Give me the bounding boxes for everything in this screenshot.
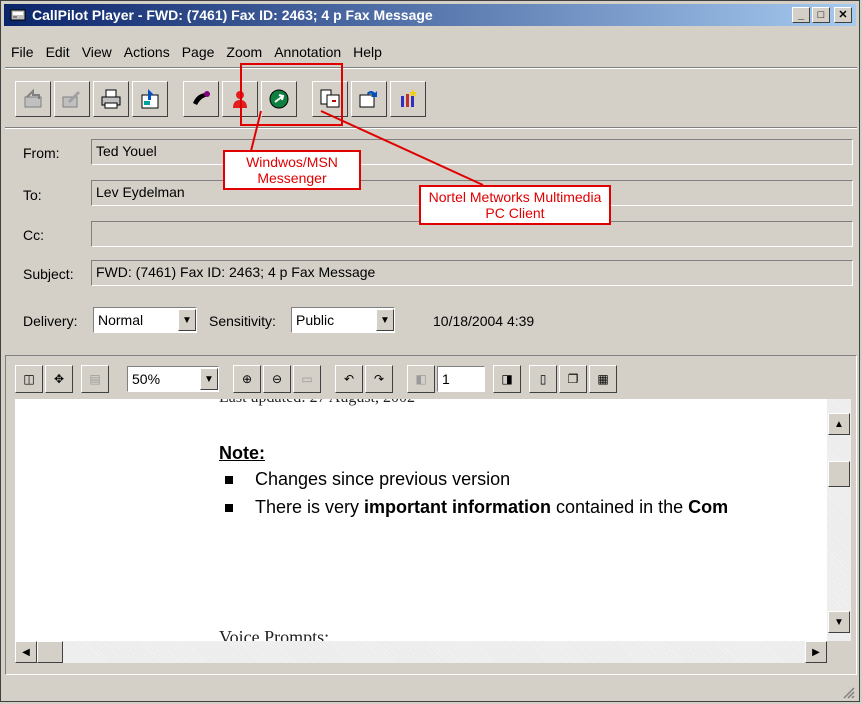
highlight-box xyxy=(240,63,343,126)
msn-pointer-line xyxy=(250,110,262,152)
nortel-callout-text: Nortel Metworks Multimedia PC Client xyxy=(428,189,602,221)
msn-callout-text: Windwos/MSN Messenger xyxy=(246,154,338,186)
callpilot-player-window: CallPilot Player - FWD: (7461) Fax ID: 2… xyxy=(0,0,860,702)
msn-callout: Windwos/MSN Messenger xyxy=(223,150,361,190)
nortel-callout: Nortel Metworks Multimedia PC Client xyxy=(419,185,611,225)
annotation-overlay xyxy=(240,63,484,186)
